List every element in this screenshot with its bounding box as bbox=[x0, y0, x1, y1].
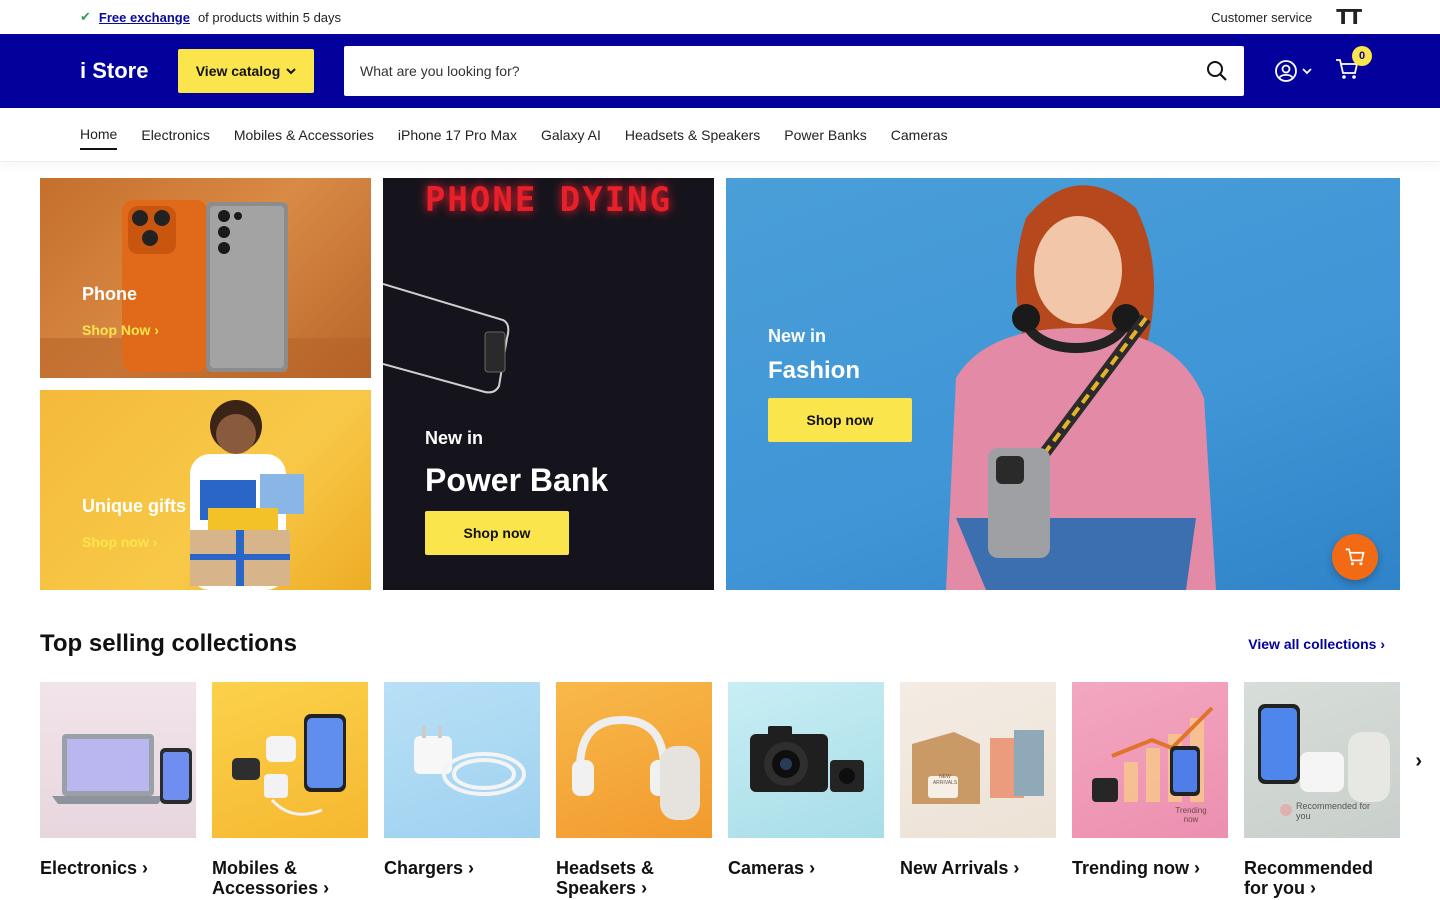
nav-item-cameras[interactable]: Cameras bbox=[891, 121, 948, 149]
unique-gifts-banner[interactable]: Unique gifts Shop now › bbox=[40, 390, 371, 590]
collection-card-cameras[interactable]: Cameras › bbox=[728, 682, 884, 898]
fashion-banner[interactable]: New in Fashion Shop now bbox=[726, 178, 1400, 590]
exchange-notice: ✔ Free exchange of products within 5 day… bbox=[80, 9, 341, 25]
power-bank-eyebrow: New in bbox=[425, 428, 484, 448]
trending-now-tag: Trending now bbox=[1175, 806, 1207, 824]
collection-name: New Arrivals › bbox=[900, 858, 1020, 878]
free-exchange-link[interactable]: Free exchange bbox=[99, 10, 190, 25]
recommended-tag: Recommended for you bbox=[1296, 801, 1371, 821]
search-bar bbox=[344, 46, 1244, 96]
collection-image-new-arrivals: NEW ARRIVALS bbox=[900, 682, 1056, 838]
exchange-text: of products within 5 days bbox=[197, 9, 342, 25]
site-header: i Store View catalog 0 bbox=[0, 34, 1440, 108]
floating-cart-button[interactable] bbox=[1332, 534, 1378, 580]
collection-image-trending-now: Trending now bbox=[1072, 682, 1228, 838]
collection-name: Chargers › bbox=[384, 858, 475, 878]
collection-name: Recommended for you › bbox=[1244, 858, 1374, 898]
collection-card-recommended-for-you[interactable]: Recommended for you Recommended for you … bbox=[1244, 682, 1400, 898]
chevron-right-icon: › bbox=[636, 878, 648, 898]
search-input[interactable] bbox=[360, 63, 1206, 79]
power-bank-title: Power Bank bbox=[425, 462, 609, 498]
chevron-right-icon: › bbox=[1415, 750, 1422, 772]
collection-image-recommended-for-you: Recommended for you bbox=[1244, 682, 1400, 838]
fashion-eyebrow: New in bbox=[768, 326, 827, 346]
chevron-right-icon: › bbox=[1008, 858, 1020, 878]
chevron-right-icon: › bbox=[463, 858, 475, 878]
chevron-right-icon: › bbox=[1189, 858, 1200, 878]
collection-card-new-arrivals[interactable]: NEW ARRIVALS New Arrivals › bbox=[900, 682, 1056, 898]
collection-image-mobiles-accessories bbox=[212, 682, 368, 838]
view-all-collections-label: View all collections bbox=[1248, 636, 1377, 652]
main-nav: Home Electronics Mobiles & Accessories i… bbox=[0, 108, 1440, 162]
fashion-title: Fashion bbox=[768, 357, 861, 384]
view-catalog-button[interactable]: View catalog bbox=[178, 49, 314, 93]
cart-button[interactable]: 0 bbox=[1334, 45, 1372, 87]
chevron-right-icon: › bbox=[137, 858, 149, 878]
nav-item-home[interactable]: Home bbox=[80, 120, 118, 150]
collection-card-headsets-speakers[interactable]: Headsets & Speakers › bbox=[556, 682, 712, 898]
gifts-illustration bbox=[190, 400, 304, 590]
hero-banners: Phone Shop Now › Unique gifts Shop now ›… bbox=[0, 162, 1440, 590]
chevron-right-icon: › bbox=[1305, 878, 1316, 898]
search-icon[interactable] bbox=[1206, 60, 1228, 82]
phone-dying-neon-sign: PHONE DYING bbox=[424, 180, 673, 220]
account-menu[interactable] bbox=[1274, 59, 1312, 83]
fashion-shop-now-button[interactable]: Shop now bbox=[768, 398, 912, 442]
phone-banner-title: Phone bbox=[82, 284, 138, 304]
nav-item-iphone-17-pro-max[interactable]: iPhone 17 Pro Max bbox=[398, 121, 517, 149]
collection-name: Electronics › bbox=[40, 858, 149, 878]
nav-item-power-banks[interactable]: Power Banks bbox=[784, 121, 866, 149]
gifts-shop-now-label: Shop now bbox=[82, 534, 149, 550]
phone-shop-now-label: Shop Now bbox=[82, 322, 151, 338]
phones-illustration bbox=[40, 200, 371, 378]
top-selling-collections: Top selling collections View all collect… bbox=[0, 628, 1440, 898]
collections-title: Top selling collections bbox=[40, 630, 297, 657]
chevron-down-icon bbox=[1302, 68, 1312, 75]
collection-card-electronics[interactable]: Electronics › bbox=[40, 682, 196, 898]
phone-shop-now-link[interactable]: Shop Now › bbox=[82, 322, 159, 338]
nav-item-headsets-speakers[interactable]: Headsets & Speakers bbox=[625, 121, 760, 149]
collection-card-mobiles-accessories[interactable]: Mobiles & Accessories › bbox=[212, 682, 368, 898]
collection-name: Cameras › bbox=[728, 858, 816, 878]
collection-name: Mobiles & Accessories › bbox=[212, 858, 330, 898]
gifts-shop-now-link[interactable]: Shop now › bbox=[82, 534, 157, 550]
gifts-banner-title: Unique gifts bbox=[82, 496, 186, 516]
new-arrivals-tag: NEW ARRIVALS bbox=[932, 774, 958, 786]
customer-service-link[interactable]: Customer service bbox=[1211, 10, 1312, 25]
view-all-collections-link[interactable]: View all collections › bbox=[1248, 636, 1385, 652]
store-logo[interactable]: i Store bbox=[80, 58, 148, 84]
power-bank-banner[interactable]: PHONE DYING New in Power Bank Shop now bbox=[383, 178, 714, 590]
cart-count-badge: 0 bbox=[1352, 45, 1372, 66]
phone-banner[interactable]: Phone Shop Now › bbox=[40, 178, 371, 378]
chevron-right-icon: › bbox=[152, 534, 158, 550]
collection-image-headsets-speakers bbox=[556, 682, 712, 838]
user-icon bbox=[1275, 60, 1297, 82]
collection-image-chargers bbox=[384, 682, 540, 838]
collection-image-cameras bbox=[728, 682, 884, 838]
chevron-right-icon: › bbox=[804, 858, 816, 878]
chevron-right-icon: › bbox=[318, 878, 330, 898]
collection-name: Headsets & Speakers › bbox=[556, 858, 655, 898]
power-bank-shop-now-button[interactable]: Shop now bbox=[425, 511, 569, 555]
text-size-icon[interactable]: TT bbox=[1336, 5, 1362, 29]
top-bar: ✔ Free exchange of products within 5 day… bbox=[0, 0, 1440, 34]
nav-item-galaxy-ai[interactable]: Galaxy AI bbox=[541, 121, 601, 149]
nav-item-electronics[interactable]: Electronics bbox=[141, 121, 209, 149]
cart-icon bbox=[1345, 548, 1365, 566]
nav-item-mobiles-accessories[interactable]: Mobiles & Accessories bbox=[234, 121, 374, 149]
check-icon: ✔ bbox=[80, 9, 91, 24]
collection-name: Trending now › bbox=[1072, 858, 1200, 878]
collection-card-chargers[interactable]: Chargers › bbox=[384, 682, 540, 898]
view-catalog-label: View catalog bbox=[195, 63, 281, 79]
chevron-right-icon: › bbox=[154, 322, 159, 338]
chevron-right-icon: › bbox=[1380, 636, 1385, 652]
chevron-down-icon bbox=[286, 68, 296, 75]
collection-image-electronics bbox=[40, 682, 196, 838]
collection-card-trending-now[interactable]: Trending now Trending now › bbox=[1072, 682, 1228, 898]
collections-carousel: Electronics › Mobiles & Accessories › Ch… bbox=[40, 682, 1422, 898]
carousel-next-button[interactable]: › bbox=[1415, 750, 1422, 773]
